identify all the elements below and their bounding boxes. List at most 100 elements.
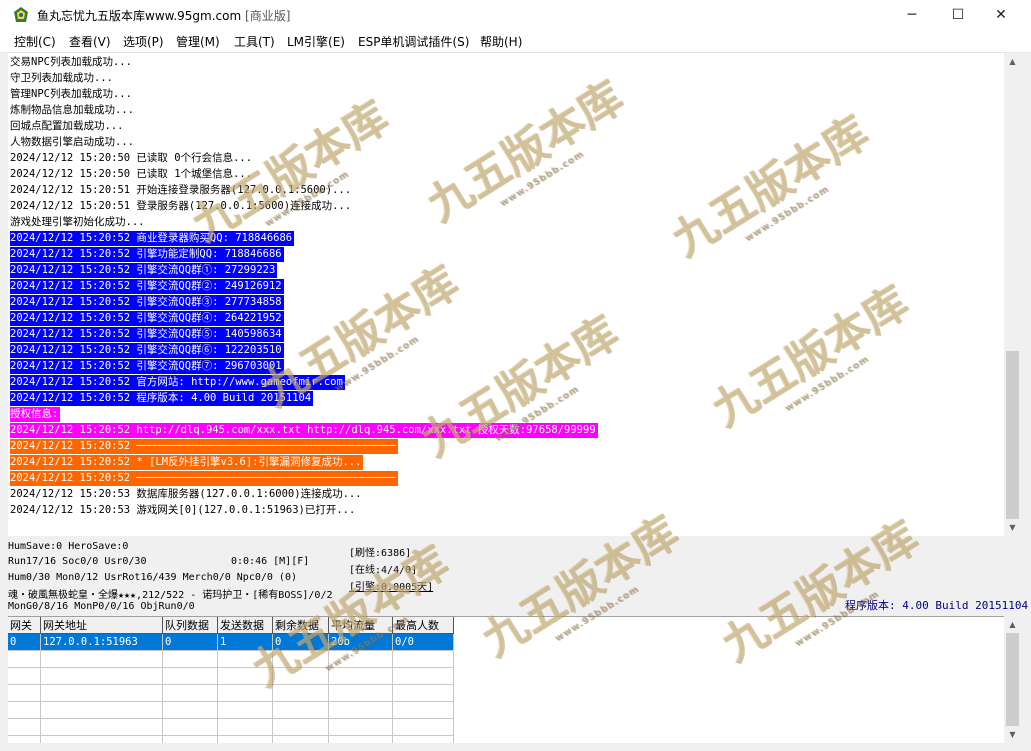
grid-cell: [163, 668, 218, 685]
grid-cell: [8, 702, 41, 719]
grid-cell[interactable]: 0: [8, 634, 41, 651]
close-button[interactable]: ✕: [978, 0, 1024, 30]
status-online: [在线:4/4/0]: [349, 565, 418, 576]
grid-cell: [393, 719, 454, 736]
log-line: 2024/12/12 15:20:53 数据库服务器(127.0.0.1:600…: [10, 488, 362, 500]
log-line: 2024/12/12 15:20:53 游戏网关[0](127.0.0.1:51…: [10, 504, 356, 516]
grid-cell: [273, 668, 329, 685]
log-line: 管理NPC列表加载成功...: [10, 88, 132, 100]
gateway-grid[interactable]: 网关 网关地址 队列数据 发送数据 剩余数据 平均流量 最高人数 0 127.0.0.1:519…: [8, 616, 1004, 744]
grid-cell: [329, 685, 393, 702]
log-line: 交易NPC列表加载成功...: [10, 56, 132, 68]
status-run: Run17/16 Soc0/0 Usr0/30: [8, 556, 147, 567]
log-line: 2024/12/12 15:20:51 开始连接登录服务器(127.0.0.1:…: [10, 184, 352, 196]
grid-cell[interactable]: 0: [163, 634, 218, 651]
grid-cell: [393, 668, 454, 685]
grid-scroll-up-icon[interactable]: ▲: [1004, 616, 1021, 633]
grid-cell: [218, 685, 273, 702]
column-header[interactable]: 队列数据: [163, 617, 218, 634]
menu-manage[interactable]: 管理(M): [176, 33, 220, 50]
status-mon: MonG0/8/16 MonP0/0/16 ObjRun0/0: [8, 601, 195, 612]
scroll-thumb[interactable]: [1006, 351, 1019, 519]
grid-cell: [273, 685, 329, 702]
grid-cell: [218, 668, 273, 685]
log-line: 2024/12/12 15:20:52 引擎交流QQ群⑥: 122203510: [10, 343, 284, 358]
grid-cell: [41, 668, 163, 685]
grid-cell[interactable]: 127.0.0.1:51963: [41, 634, 163, 651]
grid-scrollbar[interactable]: ▲ ▼: [1004, 616, 1021, 743]
column-header[interactable]: 发送数据: [218, 617, 273, 634]
scroll-up-icon[interactable]: ▲: [1004, 53, 1021, 70]
log-line: 2024/12/12 15:20:52 * [LM反外挂引擎v3.6]:引擎漏洞…: [10, 455, 364, 470]
menu-help[interactable]: 帮助(H): [480, 33, 522, 50]
log-line: 2024/12/12 15:20:52 引擎交流QQ群③: 277734858: [10, 295, 284, 310]
grid-cell: [163, 685, 218, 702]
grid-cell: [329, 651, 393, 668]
grid-cell: [218, 651, 273, 668]
log-line: 2024/12/12 15:20:52 官方网站: http://www.gam…: [10, 375, 345, 390]
menu-bar: 控制(C) 查看(V) 选项(P) 管理(M) 工具(T) LM引擎(E) ES…: [0, 30, 1031, 53]
grid-cell: [163, 651, 218, 668]
log-scrollbar[interactable]: ▲ ▼: [1004, 53, 1021, 536]
log-line: 2024/12/12 15:20:52 商业登录器购买QQ: 718846686: [10, 231, 295, 246]
grid-cell: [393, 702, 454, 719]
menu-view[interactable]: 查看(V): [69, 33, 111, 50]
grid-cell: [8, 719, 41, 736]
log-line: 2024/12/12 15:20:52 http://dlq.945.com/x…: [10, 423, 598, 438]
status-uptime: 0:0:46 [M][F]: [231, 556, 310, 567]
grid-cell: [393, 651, 454, 668]
log-line: 2024/12/12 15:20:51 登录服务器(127.0.0.1:5600…: [10, 200, 352, 212]
log-line: 2024/12/12 15:20:50 已读取 0个行会信息...: [10, 152, 253, 164]
log-line: 2024/12/12 15:20:52 引擎交流QQ群①: 27299223: [10, 263, 278, 278]
log-line: 授权信息:: [10, 407, 61, 422]
menu-lm-engine[interactable]: LM引擎(E): [287, 33, 345, 50]
grid-cell: [273, 702, 329, 719]
grid-scroll-down-icon[interactable]: ▼: [1004, 726, 1021, 743]
grid-cell: [8, 685, 41, 702]
scroll-down-icon[interactable]: ▼: [1004, 519, 1021, 536]
grid-cell: [273, 651, 329, 668]
log-line: 2024/12/12 15:20:52 ────────────────────…: [10, 471, 398, 486]
log-line: 2024/12/12 15:20:52 引擎交流QQ群④: 264221952: [10, 311, 284, 326]
grid-scroll-thumb[interactable]: [1006, 633, 1019, 726]
log-line: 2024/12/12 15:20:52 引擎交流QQ群⑦: 296703001: [10, 359, 284, 374]
log-panel[interactable]: 交易NPC列表加载成功... 守卫列表加载成功... 管理NPC列表加载成功... 炼…: [8, 53, 1004, 536]
log-line: 炼制物品信息加载成功...: [10, 104, 134, 116]
column-header[interactable]: 剩余数据: [273, 617, 329, 634]
grid-cell: [163, 719, 218, 736]
log-line: 游戏处理引擎初始化成功...: [10, 216, 145, 228]
grid-cell: [218, 702, 273, 719]
grid-cell: [41, 702, 163, 719]
minimize-icon: ─: [907, 7, 917, 23]
maximize-icon: ☐: [951, 7, 965, 23]
menu-esp-plugin[interactable]: ESP单机调试插件(S): [358, 33, 469, 50]
grid-cell[interactable]: 0/0: [393, 634, 454, 651]
column-header[interactable]: 网关: [8, 617, 41, 634]
grid-cell[interactable]: 20b: [329, 634, 393, 651]
grid-cell[interactable]: 0: [273, 634, 329, 651]
grid-cell[interactable]: 1: [218, 634, 273, 651]
column-header[interactable]: 网关地址: [41, 617, 163, 634]
menu-control[interactable]: 控制(C): [14, 33, 56, 50]
grid-cell: [329, 668, 393, 685]
minimize-button[interactable]: ─: [889, 0, 935, 30]
grid-cell: [8, 668, 41, 685]
log-line: 守卫列表加载成功...: [10, 72, 113, 84]
grid-cell: [41, 685, 163, 702]
log-line: 2024/12/12 15:20:52 ────────────────────…: [10, 439, 398, 454]
log-line: 回城点配置加载成功...: [10, 120, 124, 132]
status-refresh: [刷怪:6386]: [349, 548, 412, 559]
column-header[interactable]: 最高人数: [393, 617, 454, 634]
bottom-strip: [0, 743, 1031, 751]
maximize-button[interactable]: ☐: [935, 0, 981, 30]
status-boss: 魂・破風無极蛇皇・全爆★★★,212/522 - 诺玛护卫・[稀有BOSS]/0…: [8, 590, 333, 601]
status-hum: Hum0/30 Mon0/12 UsrRot16/439 Merch0/0 Np…: [8, 572, 297, 583]
log-line: 人物数据引擎启动成功...: [10, 136, 134, 148]
status-save: HumSave:0 HeroSave:0: [8, 541, 129, 552]
grid-cell: [41, 651, 163, 668]
log-line: 2024/12/12 15:20:52 程序版本: 4.00 Build 201…: [10, 391, 314, 406]
column-header[interactable]: 平均流量: [329, 617, 393, 634]
menu-tools[interactable]: 工具(T): [234, 33, 275, 50]
grid-cell: [218, 719, 273, 736]
menu-options[interactable]: 选项(P): [123, 33, 164, 50]
